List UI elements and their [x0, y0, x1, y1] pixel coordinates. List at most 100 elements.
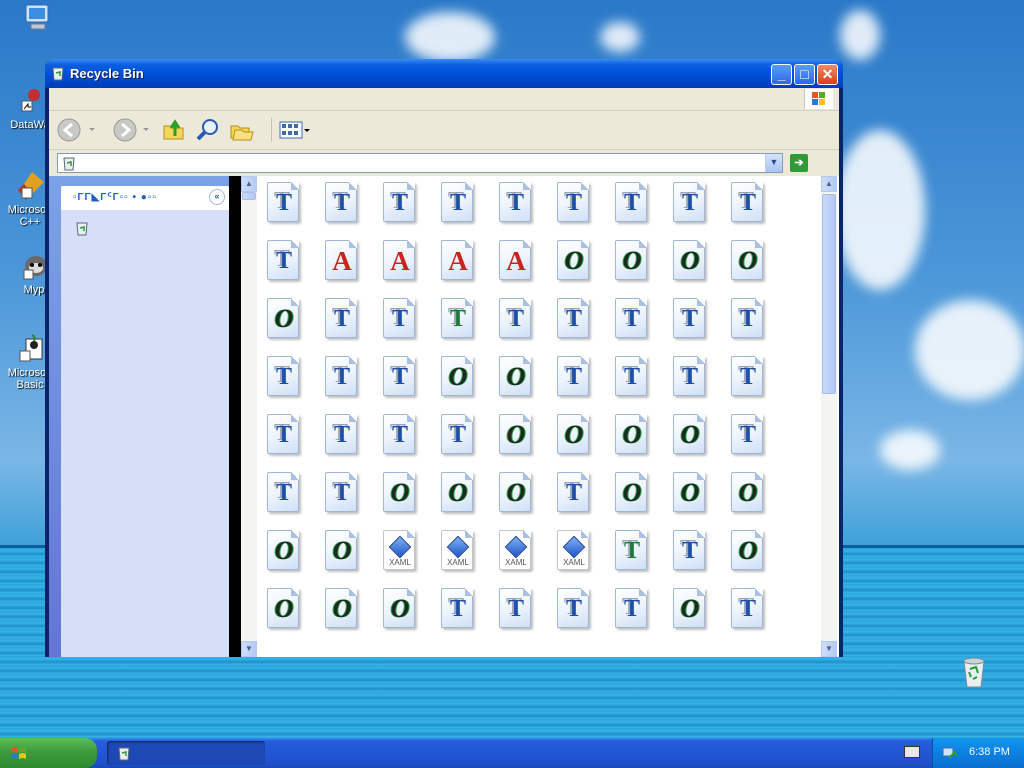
file-item[interactable]: O — [555, 414, 591, 460]
file-item[interactable]: O — [439, 472, 475, 518]
file-item[interactable]: O — [381, 472, 417, 518]
file-item[interactable]: T — [497, 182, 533, 228]
file-item[interactable]: T — [323, 356, 359, 402]
title-bar[interactable]: Recycle Bin _ □ ✕ — [45, 59, 843, 88]
file-item[interactable]: T — [323, 182, 359, 228]
file-item[interactable]: T — [613, 356, 649, 402]
file-item[interactable]: T — [613, 588, 649, 634]
file-item[interactable]: T — [381, 182, 417, 228]
forward-button[interactable] — [113, 118, 153, 142]
minimize-button[interactable]: _ — [771, 64, 792, 85]
close-button[interactable]: ✕ — [817, 64, 838, 85]
search-button[interactable] — [195, 118, 221, 142]
file-item[interactable]: T — [497, 298, 533, 344]
keyboard-icon[interactable] — [904, 746, 920, 758]
right-scrollbar[interactable]: ▲ ▼ — [821, 176, 837, 657]
file-item[interactable]: T — [671, 530, 707, 576]
start-button[interactable] — [0, 738, 97, 768]
taskbar-item-recycle-bin[interactable] — [107, 741, 265, 765]
scroll-thumb[interactable] — [242, 192, 256, 200]
left-scrollbar[interactable]: ▲ ▼ — [241, 176, 257, 657]
file-item[interactable]: T — [671, 298, 707, 344]
file-item[interactable]: T — [613, 530, 649, 576]
file-item[interactable]: T — [265, 240, 301, 286]
scroll-up-button[interactable]: ▲ — [241, 176, 257, 192]
file-item[interactable]: A — [323, 240, 359, 286]
address-dropdown-button[interactable]: ▼ — [765, 154, 782, 172]
clock[interactable]: 6:38 PM — [969, 746, 1010, 758]
file-item[interactable]: O — [671, 472, 707, 518]
desktop-icon-my-computer[interactable] — [8, 2, 68, 36]
file-item[interactable]: T — [729, 298, 765, 344]
scroll-down-button[interactable]: ▼ — [821, 641, 837, 657]
file-item[interactable]: T — [381, 356, 417, 402]
scroll-down-button[interactable]: ▼ — [241, 641, 257, 657]
file-item[interactable]: O — [729, 472, 765, 518]
file-item[interactable]: O — [265, 530, 301, 576]
file-item[interactable]: T — [729, 182, 765, 228]
file-item[interactable]: T — [323, 414, 359, 460]
file-item[interactable]: A — [381, 240, 417, 286]
file-item[interactable]: O — [381, 588, 417, 634]
file-item[interactable]: O — [729, 530, 765, 576]
file-item[interactable]: O — [323, 588, 359, 634]
collapse-chevron-icon[interactable]: « — [209, 189, 225, 205]
file-item[interactable]: T — [439, 414, 475, 460]
desktop-icon-recycle-bin[interactable] — [944, 655, 1004, 689]
file-item[interactable]: T — [671, 356, 707, 402]
file-item[interactable]: T — [555, 588, 591, 634]
file-item[interactable]: O — [265, 588, 301, 634]
file-item[interactable]: O — [671, 414, 707, 460]
file-item[interactable]: T — [381, 298, 417, 344]
file-item[interactable]: O — [613, 472, 649, 518]
file-item[interactable]: T — [381, 414, 417, 460]
task-pane-header[interactable]: ▫ΓΓ◣ΓᑦΓ▫▫ • ●▫▫ « — [61, 186, 229, 210]
file-item[interactable]: T — [265, 356, 301, 402]
file-item[interactable]: T — [729, 588, 765, 634]
file-item[interactable]: T — [439, 182, 475, 228]
network-icon[interactable] — [941, 744, 959, 762]
file-item[interactable]: T — [555, 356, 591, 402]
file-item[interactable]: T — [555, 472, 591, 518]
file-item[interactable]: XAML — [555, 530, 591, 576]
file-item[interactable]: T — [497, 588, 533, 634]
file-item[interactable]: T — [439, 298, 475, 344]
file-item[interactable]: O — [497, 356, 533, 402]
file-item[interactable]: T — [323, 472, 359, 518]
maximize-button[interactable]: □ — [794, 64, 815, 85]
file-item[interactable]: O — [497, 414, 533, 460]
file-item[interactable]: T — [265, 472, 301, 518]
up-folder-button[interactable] — [161, 118, 187, 142]
folders-button[interactable] — [229, 118, 255, 142]
back-button[interactable] — [57, 118, 97, 142]
scroll-up-button[interactable]: ▲ — [821, 176, 837, 192]
file-item[interactable]: O — [613, 414, 649, 460]
file-item[interactable]: T — [729, 356, 765, 402]
file-item[interactable]: T — [555, 298, 591, 344]
file-item[interactable]: O — [323, 530, 359, 576]
file-item[interactable]: O — [729, 240, 765, 286]
file-item[interactable]: O — [555, 240, 591, 286]
file-item[interactable]: A — [439, 240, 475, 286]
views-button[interactable] — [271, 118, 312, 142]
file-item[interactable]: A — [497, 240, 533, 286]
file-item[interactable]: O — [265, 298, 301, 344]
file-item[interactable]: T — [729, 414, 765, 460]
file-item[interactable]: O — [671, 240, 707, 286]
file-item[interactable]: T — [265, 182, 301, 228]
file-item[interactable]: T — [613, 298, 649, 344]
scroll-thumb[interactable] — [822, 194, 836, 394]
file-item[interactable]: O — [497, 472, 533, 518]
file-item[interactable]: T — [265, 414, 301, 460]
file-item[interactable]: O — [671, 588, 707, 634]
file-item[interactable]: T — [439, 588, 475, 634]
file-item[interactable]: O — [439, 356, 475, 402]
empty-recycle-bin-task-icon[interactable] — [75, 220, 89, 236]
go-button[interactable]: ➔ — [790, 154, 808, 172]
address-input[interactable]: ▼ — [57, 153, 783, 173]
file-item[interactable]: O — [613, 240, 649, 286]
file-item[interactable]: T — [555, 182, 591, 228]
file-item[interactable]: T — [671, 182, 707, 228]
file-item[interactable]: XAML — [381, 530, 417, 576]
file-item[interactable]: T — [613, 182, 649, 228]
